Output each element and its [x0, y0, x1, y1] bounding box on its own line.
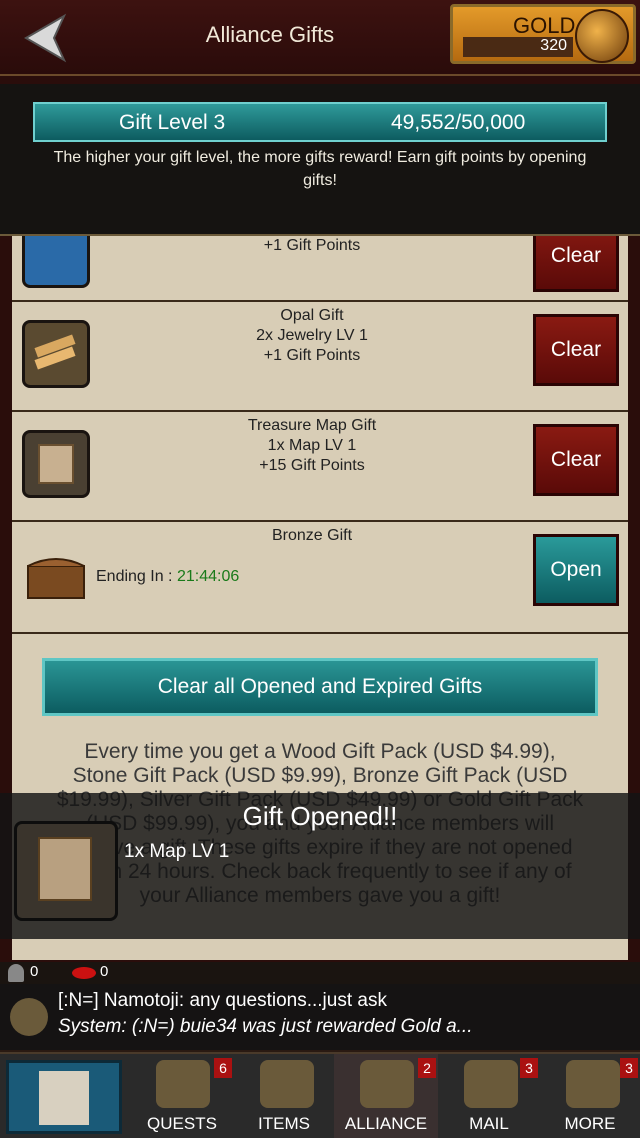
treasure-map-icon: [14, 821, 118, 921]
chat-panel[interactable]: [:N=] Namotoji: any questions...just ask…: [0, 984, 640, 1050]
gift-name: Bronze Gift: [271, 527, 353, 544]
helmet-icon: [575, 9, 629, 63]
gift-reward: 2x Jewelry LV 1: [256, 327, 368, 344]
tab-label: QUESTS: [147, 1114, 217, 1133]
more-badge: 3: [620, 1058, 638, 1078]
stat-b: 0: [100, 963, 109, 980]
open-button[interactable]: Open: [533, 534, 619, 606]
page-title: Alliance Gifts: [205, 22, 335, 47]
gift-level-note: The higher your gift level, the more gif…: [53, 149, 587, 189]
status-strip: 0 0: [0, 962, 640, 984]
gift-reward: 1x Map LV 1: [267, 437, 357, 454]
stat-a: 0: [30, 963, 39, 980]
mail-icon: [464, 1060, 518, 1108]
tab-mail[interactable]: 3 MAIL: [438, 1054, 540, 1138]
gift-points: +1 Gift Points: [263, 237, 361, 254]
alliance-icon: [360, 1060, 414, 1108]
gift-points: +15 Gift Points: [259, 457, 365, 474]
gift-row: Bronze Gift Ending In : 21:44:06 Open: [12, 522, 628, 634]
clear-all-button[interactable]: Clear all Opened and Expired Gifts: [42, 658, 598, 716]
tab-label: MORE: [564, 1114, 616, 1133]
back-arrow-icon[interactable]: [20, 10, 76, 66]
chat-line: System: (:N=) buie34 was just rewarded G…: [58, 1016, 473, 1037]
ending-label: Ending In :: [96, 568, 177, 585]
gift-level-panel: Gift Level 3 49,552/50,000 The higher yo…: [0, 84, 640, 236]
treasure-map-icon: [22, 430, 90, 498]
red-oval-icon: [72, 967, 96, 979]
gift-level-bar: Gift Level 3 49,552/50,000: [33, 102, 607, 142]
home-button[interactable]: [6, 1060, 122, 1134]
tab-label: ALLIANCE: [344, 1114, 428, 1133]
treasure-chest-icon: [24, 552, 88, 600]
gift-name: Treasure Map Gift: [247, 417, 377, 434]
gold-label: GOLD: [513, 13, 576, 38]
alliance-badge: 2: [418, 1058, 436, 1078]
gift-points: +1 Gift Points: [263, 347, 361, 364]
gift-level-points: 49,552/50,000: [391, 111, 526, 134]
gift-row: +1 Gift Points Clear: [12, 220, 628, 302]
gift-level-label: Gift Level 3: [119, 111, 226, 134]
person-icon: [8, 964, 24, 982]
bag-icon: [260, 1060, 314, 1108]
helmet-icon: [156, 1060, 210, 1108]
tab-more[interactable]: 3 MORE: [540, 1054, 640, 1138]
gold-amount: 320: [463, 37, 573, 57]
top-bar: Alliance Gifts GOLD 320: [0, 0, 640, 76]
quests-badge: 6: [214, 1058, 232, 1078]
chat-line: [:N=] Namotoji: any questions...just ask: [58, 990, 387, 1011]
gift-row: Opal Gift 2x Jewelry LV 1 +1 Gift Points…: [12, 302, 628, 412]
gift-opened-toast: Gift Opened!! 1x Map LV 1: [0, 793, 640, 939]
mail-badge: 3: [520, 1058, 538, 1078]
gold-bars-icon: [22, 320, 90, 388]
tab-quests[interactable]: 6 QUESTS: [130, 1054, 234, 1138]
ending-timer: Ending In : 21:44:06: [96, 568, 239, 586]
more-icon: [566, 1060, 620, 1108]
tab-items[interactable]: ITEMS: [234, 1054, 334, 1138]
gold-button[interactable]: GOLD 320: [450, 4, 636, 64]
gift-row: Treasure Map Gift 1x Map LV 1 +15 Gift P…: [12, 412, 628, 522]
tab-label: ITEMS: [258, 1114, 310, 1133]
clear-button[interactable]: Clear: [533, 314, 619, 386]
building-icon: [39, 1071, 89, 1125]
clear-button[interactable]: Clear: [533, 424, 619, 496]
tab-alliance[interactable]: 2 ALLIANCE: [334, 1054, 438, 1138]
bottom-nav: 6 QUESTS ITEMS 2 ALLIANCE 3 MAIL 3 MORE: [0, 1052, 640, 1138]
toast-item: 1x Map LV 1: [124, 841, 230, 862]
tab-label: MAIL: [469, 1114, 509, 1133]
ending-time: 21:44:06: [176, 568, 240, 585]
gift-name: Opal Gift: [280, 307, 344, 324]
chat-bubble-icon: [10, 998, 48, 1036]
